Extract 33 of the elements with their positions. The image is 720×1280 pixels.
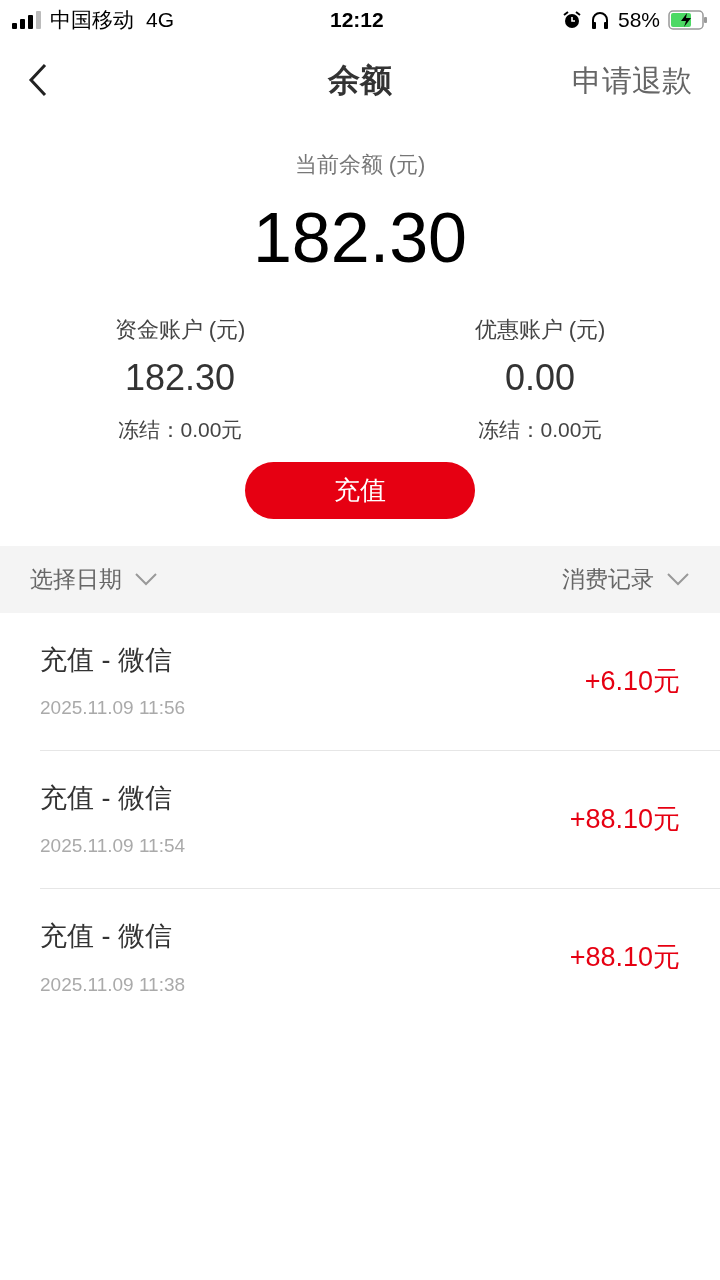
page-title: 余额 xyxy=(328,61,392,100)
record-amount: +6.10元 xyxy=(584,664,680,698)
battery-charging-icon xyxy=(668,10,708,30)
record-amount: +88.10元 xyxy=(569,941,680,975)
chevron-down-icon xyxy=(134,572,158,586)
record-title: 充值 - 微信 xyxy=(40,643,173,677)
record-amount: +88.10元 xyxy=(569,802,680,836)
balance-label: 当前余额 (元) xyxy=(294,151,426,179)
frozen-amount: 冻结：0.00元 xyxy=(117,417,243,443)
chevron-down-icon xyxy=(666,572,690,586)
record-title: 充值 - 微信 xyxy=(40,781,173,815)
back-icon[interactable] xyxy=(28,63,48,97)
record-time: 2025.11.09 11:56 xyxy=(40,696,186,720)
filter-dropdown[interactable]: 消费记录 xyxy=(562,561,690,597)
account-label: 优惠账户 (元) xyxy=(474,316,606,344)
account-amount: 0.00 xyxy=(504,360,576,396)
frozen-amount: 冻结：0.00元 xyxy=(477,417,603,443)
network-type: 4G xyxy=(146,7,174,34)
alarm-icon xyxy=(561,10,582,30)
carrier-name: 中国移动 xyxy=(50,7,134,34)
signal-icon xyxy=(12,11,42,29)
record-time: 2025.11.09 11:54 xyxy=(40,834,186,858)
account-label: 资金账户 (元) xyxy=(114,316,246,344)
refund-button[interactable]: 申请退款 xyxy=(572,57,692,103)
filter-dropdown[interactable]: 选择日期 xyxy=(30,561,158,597)
account-amount: 182.30 xyxy=(124,360,236,396)
balance-amount: 182.30 xyxy=(252,203,468,273)
record-time: 2025.11.09 11:38 xyxy=(40,972,186,997)
record-title: 充值 - 微信 xyxy=(40,920,173,953)
battery-percent: 58% xyxy=(617,7,660,34)
recharge-button[interactable]: 充值 xyxy=(245,461,475,519)
clock-time: 12:12 xyxy=(330,7,384,34)
headphones-icon xyxy=(589,10,610,30)
